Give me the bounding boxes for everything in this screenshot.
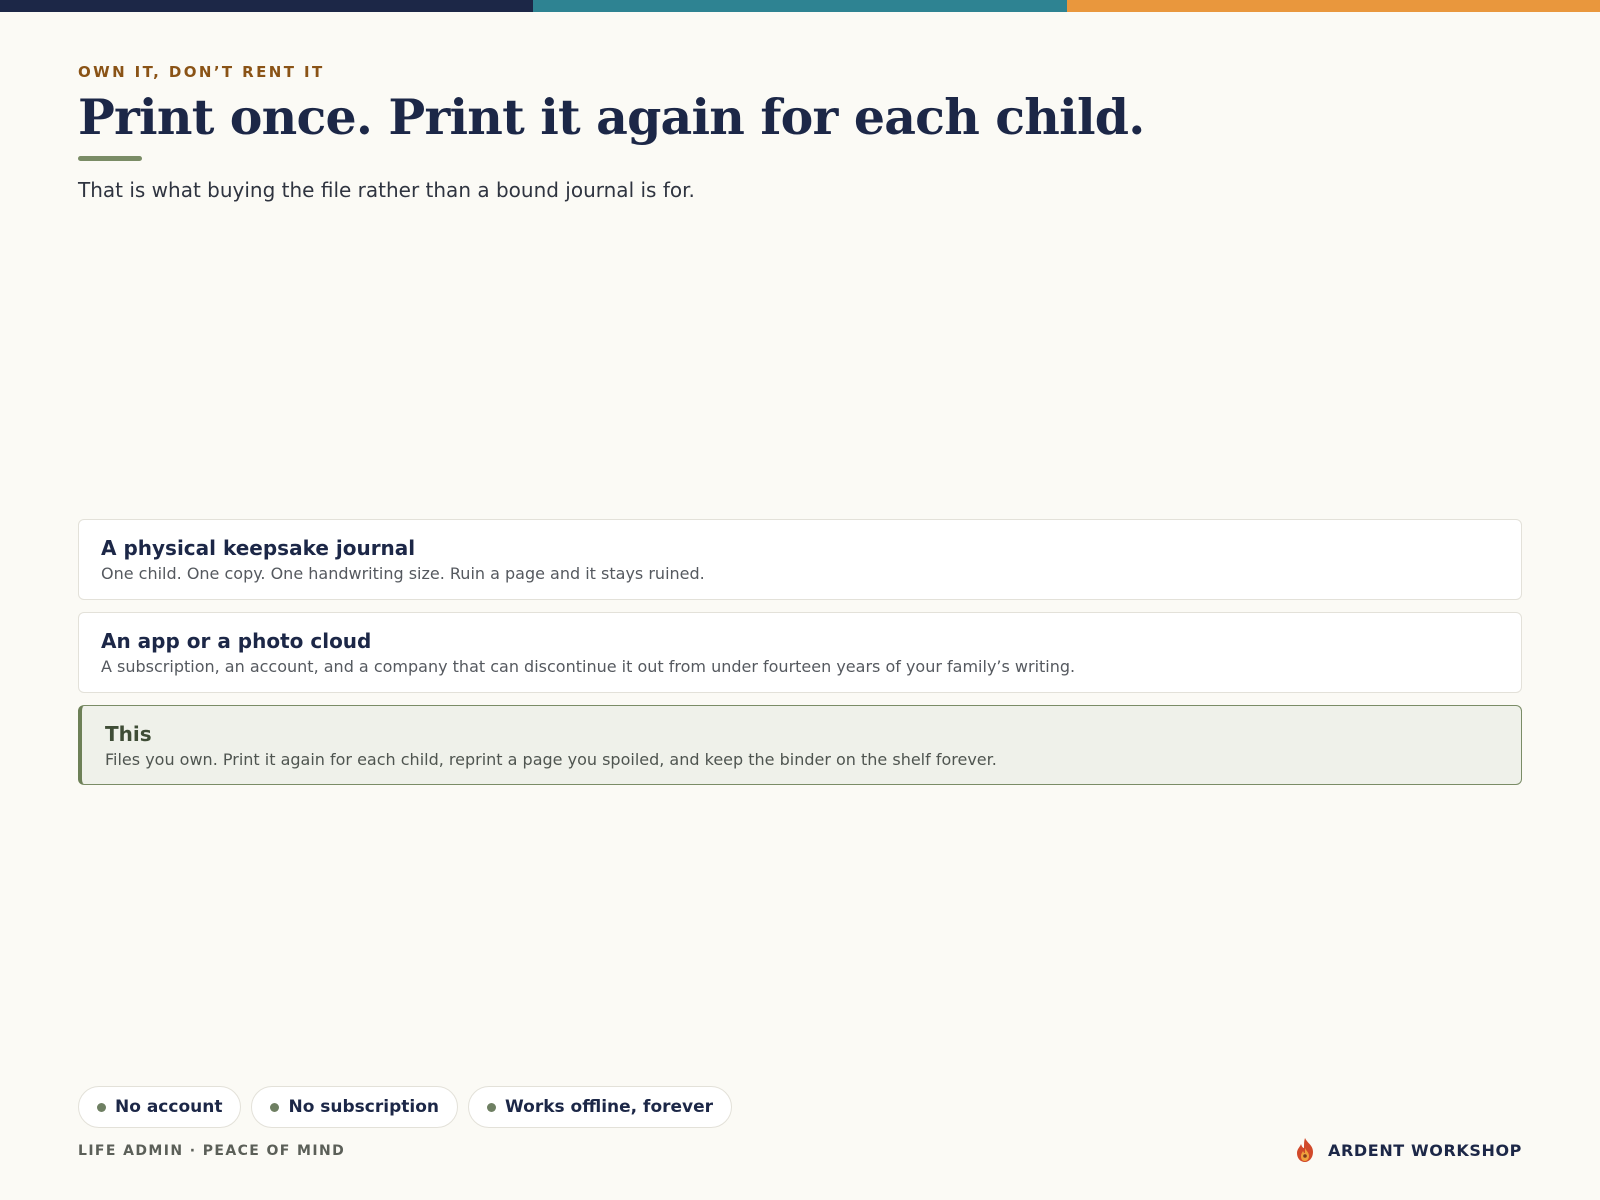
pill-works-offline: Works offline, forever — [468, 1086, 733, 1128]
bullet-dot-icon — [270, 1102, 280, 1112]
brand-mark: ARDENT WORKSHOP — [1294, 1137, 1522, 1163]
eyebrow-label: OWN IT, DON’T RENT IT — [78, 63, 325, 81]
feature-pills: No account No subscription Works offline… — [78, 1086, 733, 1128]
brand-name: ARDENT WORKSHOP — [1328, 1140, 1522, 1160]
option-description: One child. One copy. One handwriting siz… — [101, 564, 705, 583]
page-title: Print once. Print it again for each chil… — [78, 88, 1145, 146]
option-card-this: This Files you own. Print it again for e… — [78, 705, 1522, 785]
bullet-dot-icon — [487, 1102, 496, 1112]
footer-category: LIFE ADMIN · PEACE OF MIND — [78, 1143, 346, 1159]
bullet-dot-icon — [97, 1102, 106, 1112]
option-title: A physical keepsake journal — [101, 536, 416, 560]
accent-segment-navy — [0, 0, 534, 12]
pill-no-subscription: No subscription — [251, 1086, 458, 1128]
pill-label: No subscription — [288, 1097, 439, 1117]
option-title: An app or a photo cloud — [101, 629, 372, 653]
pill-label: No account — [115, 1097, 223, 1117]
option-description: A subscription, an account, and a compan… — [101, 657, 1076, 676]
option-card-physical-journal: A physical keepsake journal One child. O… — [78, 519, 1522, 600]
title-underline — [78, 156, 142, 161]
pill-no-account: No account — [78, 1086, 242, 1128]
pill-label: Works offline, forever — [505, 1097, 714, 1117]
option-card-app-cloud: An app or a photo cloud A subscription, … — [78, 612, 1522, 693]
option-description: Files you own. Print it again for each c… — [105, 750, 997, 769]
page-subtitle: That is what buying the file rather than… — [78, 178, 695, 202]
accent-segment-orange — [1066, 0, 1600, 12]
option-title: This — [105, 722, 152, 746]
comparison-list: A physical keepsake journal One child. O… — [78, 519, 1522, 797]
flame-icon — [1294, 1137, 1316, 1163]
accent-segment-teal — [533, 0, 1067, 12]
top-accent-bar — [0, 0, 1600, 12]
